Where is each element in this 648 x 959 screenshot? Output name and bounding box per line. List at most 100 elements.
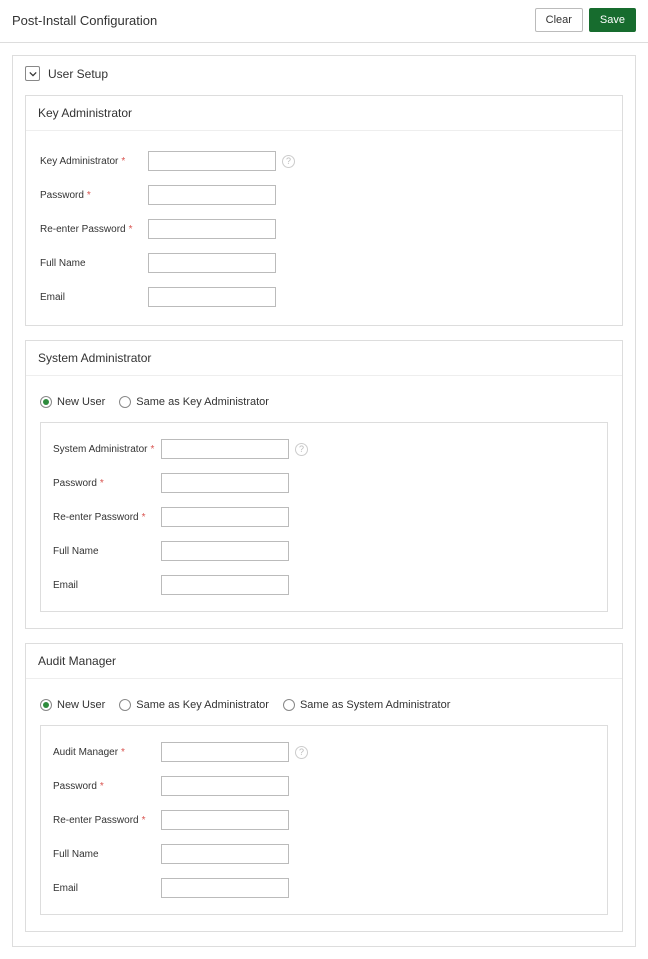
field-row-reenter: Re-enter Password*	[53, 810, 595, 830]
system-administrator-group: System Administrator New User Same as Ke…	[25, 340, 623, 629]
group-header: Key Administrator	[26, 96, 622, 131]
field-label: Re-enter Password*	[53, 512, 161, 523]
radio-icon	[119, 396, 131, 408]
label-text: Key Administrator	[40, 156, 118, 167]
radio-label: Same as System Administrator	[300, 699, 450, 711]
audit-mgr-email-input[interactable]	[161, 878, 289, 898]
section-title: User Setup	[48, 67, 108, 81]
field-row-reenter: Re-enter Password*	[53, 507, 595, 527]
required-asterisk: *	[142, 512, 146, 523]
field-label: Audit Manager*	[53, 747, 161, 758]
required-asterisk: *	[121, 747, 125, 758]
field-label: Full Name	[53, 546, 161, 557]
radio-same-sys-admin[interactable]: Same as System Administrator	[283, 699, 450, 711]
sys-admin-email-input[interactable]	[161, 575, 289, 595]
group-header: System Administrator	[26, 341, 622, 376]
field-label: Email	[53, 580, 161, 591]
radio-same-key-admin[interactable]: Same as Key Administrator	[119, 396, 269, 408]
radio-label: Same as Key Administrator	[136, 396, 269, 408]
required-asterisk: *	[150, 444, 154, 455]
save-button[interactable]: Save	[589, 8, 636, 32]
field-row-fullname: Full Name	[53, 541, 595, 561]
key-admin-fullname-input[interactable]	[148, 253, 276, 273]
group-header: Audit Manager	[26, 644, 622, 679]
field-label: Re-enter Password*	[40, 224, 148, 235]
field-row-password: Password*	[40, 185, 608, 205]
main-content: User Setup Key Administrator Key Adminis…	[0, 43, 648, 959]
sys-admin-reenter-input[interactable]	[161, 507, 289, 527]
field-row-email: Email	[53, 878, 595, 898]
key-admin-reenter-input[interactable]	[148, 219, 276, 239]
label-text: Audit Manager	[53, 747, 118, 758]
key-admin-username-input[interactable]	[148, 151, 276, 171]
audit-mgr-password-input[interactable]	[161, 776, 289, 796]
label-text: Re-enter Password	[53, 512, 139, 523]
label-text: Password	[40, 190, 84, 201]
radio-row: New User Same as Key Administrator Same …	[40, 699, 608, 711]
audit-mgr-fullname-input[interactable]	[161, 844, 289, 864]
required-asterisk: *	[100, 478, 104, 489]
field-label: Email	[40, 292, 148, 303]
field-label: Full Name	[53, 849, 161, 860]
caret-down-icon	[29, 71, 37, 77]
field-row-email: Email	[53, 575, 595, 595]
form-fields: Audit Manager* ? Password* Re-enter Pass…	[40, 725, 608, 915]
audit-mgr-reenter-input[interactable]	[161, 810, 289, 830]
required-asterisk: *	[87, 190, 91, 201]
radio-icon	[119, 699, 131, 711]
sys-admin-fullname-input[interactable]	[161, 541, 289, 561]
group-body: New User Same as Key Administrator Syste…	[26, 376, 622, 628]
radio-new-user[interactable]: New User	[40, 699, 105, 711]
radio-new-user[interactable]: New User	[40, 396, 105, 408]
radio-icon	[40, 396, 52, 408]
section-header: User Setup	[25, 66, 623, 81]
field-label: Re-enter Password*	[53, 815, 161, 826]
help-icon[interactable]: ?	[282, 155, 295, 168]
key-admin-email-input[interactable]	[148, 287, 276, 307]
label-text: Password	[53, 478, 97, 489]
field-row-password: Password*	[53, 776, 595, 796]
radio-same-key-admin[interactable]: Same as Key Administrator	[119, 699, 269, 711]
field-row-fullname: Full Name	[53, 844, 595, 864]
required-asterisk: *	[129, 224, 133, 235]
sys-admin-username-input[interactable]	[161, 439, 289, 459]
label-text: System Administrator	[53, 444, 147, 455]
radio-icon	[40, 699, 52, 711]
field-row-password: Password*	[53, 473, 595, 493]
audit-manager-group: Audit Manager New User Same as Key Admin…	[25, 643, 623, 932]
label-text: Re-enter Password	[53, 815, 139, 826]
key-admin-password-input[interactable]	[148, 185, 276, 205]
radio-label: New User	[57, 699, 105, 711]
clear-button[interactable]: Clear	[535, 8, 583, 32]
help-icon[interactable]: ?	[295, 443, 308, 456]
key-administrator-group: Key Administrator Key Administrator* ? P…	[25, 95, 623, 326]
collapse-toggle[interactable]	[25, 66, 40, 81]
required-asterisk: *	[142, 815, 146, 826]
radio-label: New User	[57, 396, 105, 408]
group-body: New User Same as Key Administrator Same …	[26, 679, 622, 931]
sys-admin-password-input[interactable]	[161, 473, 289, 493]
field-row-email: Email	[40, 287, 608, 307]
form-fields: Key Administrator* ? Password* Re-enter …	[40, 145, 608, 309]
radio-label: Same as Key Administrator	[136, 699, 269, 711]
audit-mgr-username-input[interactable]	[161, 742, 289, 762]
field-row-audit-mgr: Audit Manager* ?	[53, 742, 595, 762]
field-row-reenter: Re-enter Password*	[40, 219, 608, 239]
label-text: Re-enter Password	[40, 224, 126, 235]
header-actions: Clear Save	[535, 8, 636, 32]
label-text: Password	[53, 781, 97, 792]
field-row-sys-admin: System Administrator* ?	[53, 439, 595, 459]
field-label: Password*	[53, 781, 161, 792]
required-asterisk: *	[100, 781, 104, 792]
user-setup-section: User Setup Key Administrator Key Adminis…	[12, 55, 636, 947]
radio-row: New User Same as Key Administrator	[40, 396, 608, 408]
field-label: Password*	[40, 190, 148, 201]
radio-icon	[283, 699, 295, 711]
field-label: Password*	[53, 478, 161, 489]
form-fields: System Administrator* ? Password* Re-ent…	[40, 422, 608, 612]
group-body: Key Administrator* ? Password* Re-enter …	[26, 131, 622, 325]
field-label: Key Administrator*	[40, 156, 148, 167]
help-icon[interactable]: ?	[295, 746, 308, 759]
page-header: Post-Install Configuration Clear Save	[0, 0, 648, 43]
required-asterisk: *	[121, 156, 125, 167]
